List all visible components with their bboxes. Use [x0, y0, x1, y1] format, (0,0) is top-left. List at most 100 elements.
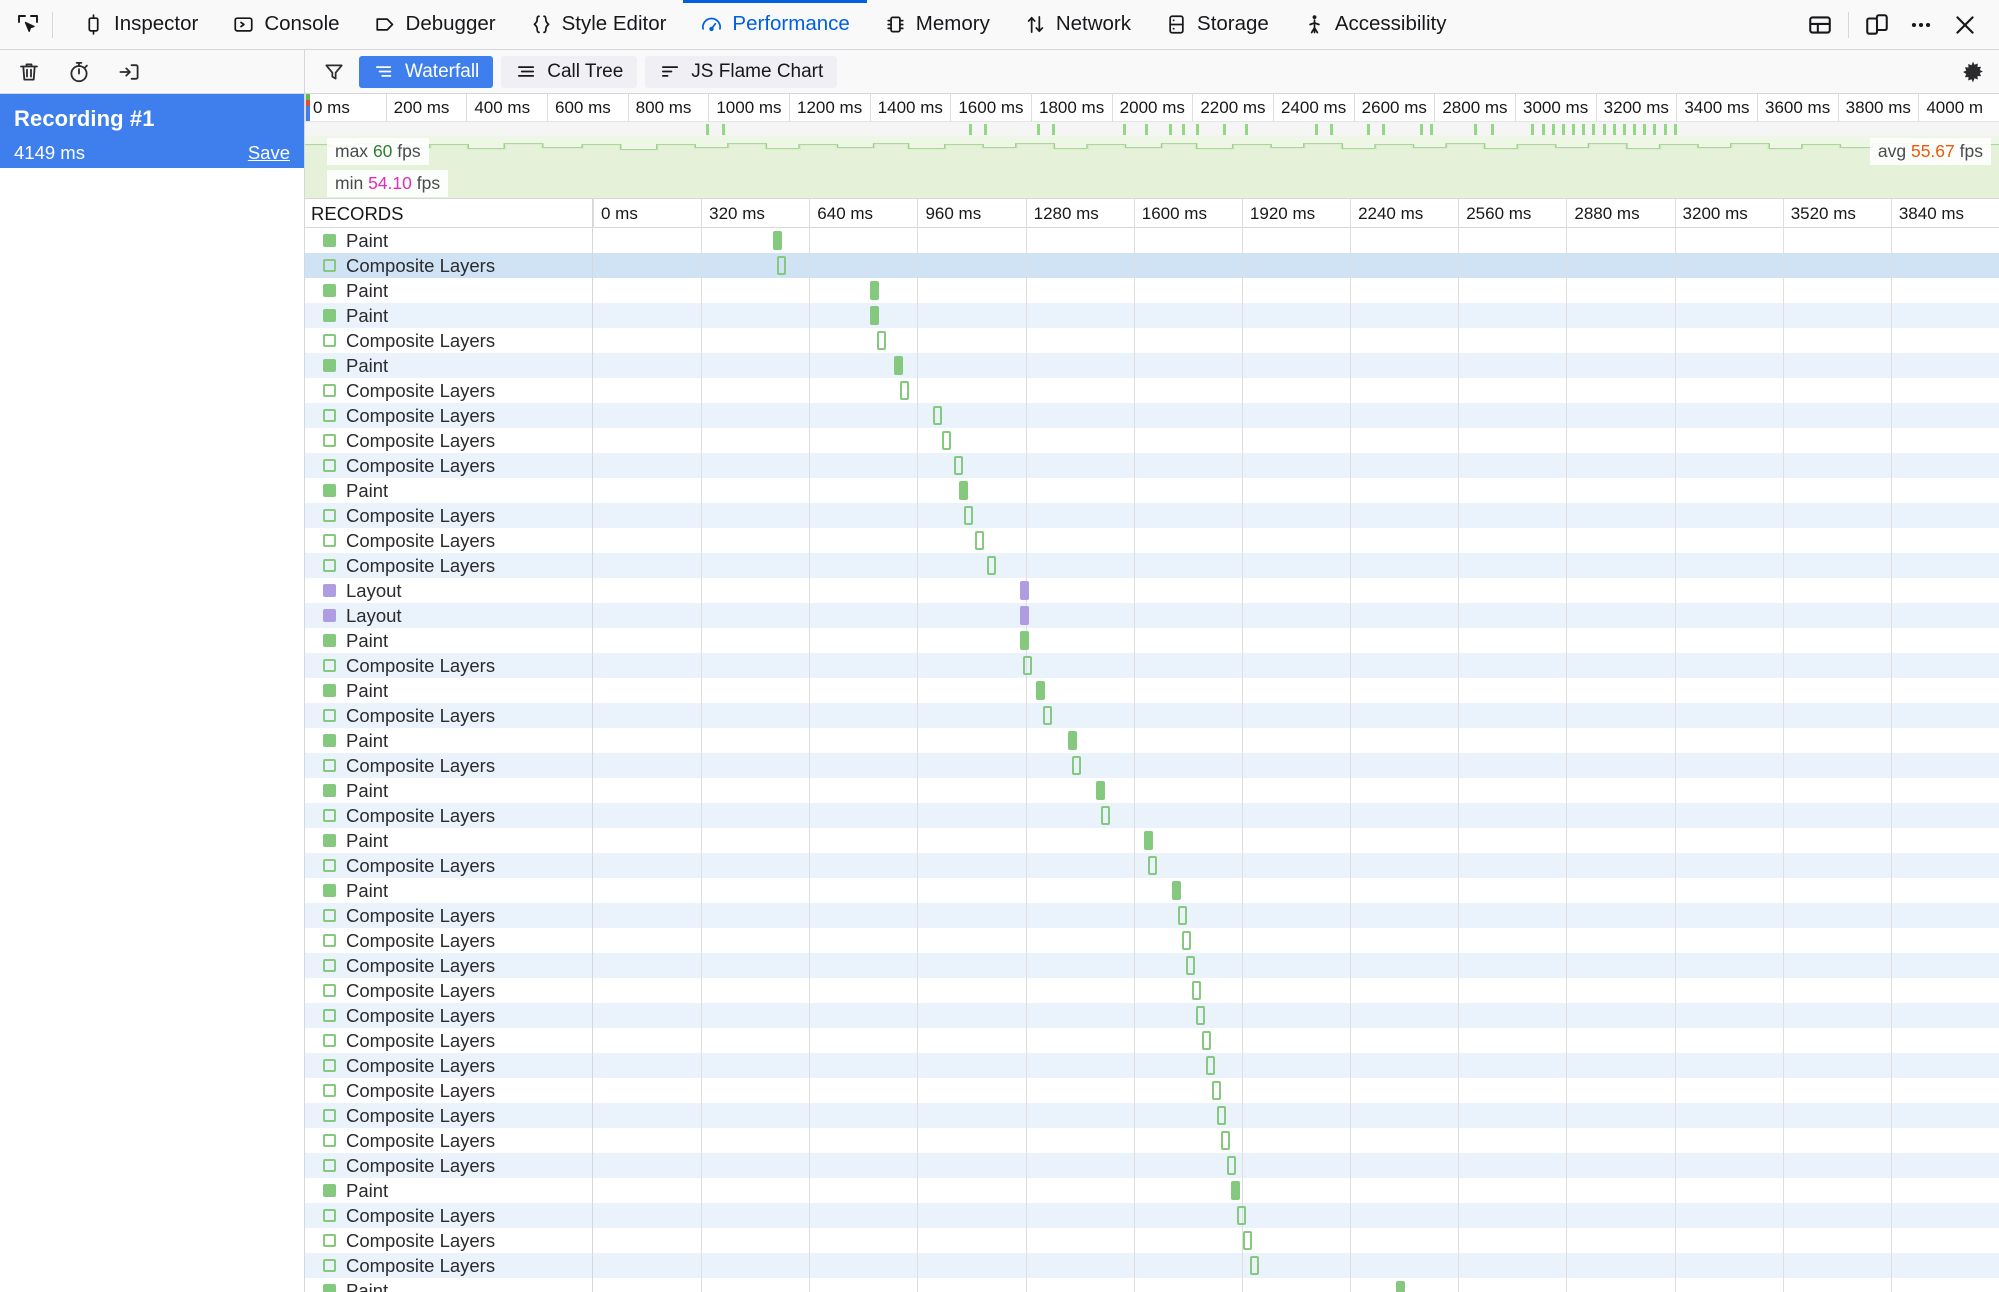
waterfall-bar-comp[interactable] — [964, 506, 974, 525]
waterfall-bar-comp[interactable] — [975, 531, 985, 550]
tab-inspector[interactable]: Inspector — [65, 0, 215, 49]
waterfall-row-track[interactable] — [593, 778, 1999, 803]
waterfall-row[interactable]: Composite Layers — [305, 553, 1999, 578]
waterfall-row-track[interactable] — [593, 1078, 1999, 1103]
waterfall-bar-paint[interactable] — [1231, 1181, 1241, 1200]
waterfall-row-track[interactable] — [593, 703, 1999, 728]
waterfall-row-track[interactable] — [593, 478, 1999, 503]
waterfall-row-track[interactable] — [593, 628, 1999, 653]
waterfall-bar-paint[interactable] — [958, 481, 968, 500]
waterfall-row-track[interactable] — [593, 503, 1999, 528]
waterfall-row-track[interactable] — [593, 803, 1999, 828]
waterfall-row[interactable]: Composite Layers — [305, 953, 1999, 978]
waterfall-row[interactable]: Paint — [305, 828, 1999, 853]
waterfall-bar-comp[interactable] — [899, 381, 909, 400]
waterfall-bar-comp[interactable] — [1177, 906, 1187, 925]
waterfall-row[interactable]: Paint — [305, 728, 1999, 753]
waterfall-bar-comp[interactable] — [1072, 756, 1082, 775]
waterfall-bar-comp[interactable] — [1042, 706, 1052, 725]
waterfall-row[interactable]: Paint — [305, 478, 1999, 503]
waterfall-bar-comp[interactable] — [1249, 1256, 1259, 1275]
waterfall-row-track[interactable] — [593, 928, 1999, 953]
waterfall-row[interactable]: Layout — [305, 603, 1999, 628]
waterfall-bar-comp[interactable] — [933, 406, 943, 425]
element-picker-icon[interactable] — [10, 7, 46, 43]
waterfall-row[interactable]: Paint — [305, 303, 1999, 328]
tab-debugger[interactable]: Debugger — [357, 0, 513, 49]
waterfall-bar-comp[interactable] — [1211, 1081, 1221, 1100]
waterfall-bar-paint[interactable] — [893, 356, 903, 375]
waterfall-row-track[interactable] — [593, 978, 1999, 1003]
waterfall-row[interactable]: Composite Layers — [305, 653, 1999, 678]
waterfall-row-track[interactable] — [593, 353, 1999, 378]
tab-network[interactable]: Network — [1007, 0, 1148, 49]
waterfall-row[interactable]: Composite Layers — [305, 428, 1999, 453]
waterfall-bar-comp[interactable] — [1148, 856, 1158, 875]
waterfall-bar-comp[interactable] — [1191, 981, 1201, 1000]
filter-icon[interactable] — [317, 56, 351, 88]
waterfall-row[interactable]: Composite Layers — [305, 1078, 1999, 1103]
tab-performance[interactable]: Performance — [683, 0, 868, 49]
tab-memory[interactable]: Memory — [867, 0, 1007, 49]
waterfall-bar-paint[interactable] — [1068, 731, 1078, 750]
waterfall-row[interactable]: Composite Layers — [305, 528, 1999, 553]
waterfall-bar-paint[interactable] — [1035, 681, 1045, 700]
waterfall-row-track[interactable] — [593, 1253, 1999, 1278]
waterfall-bar-comp[interactable] — [777, 256, 787, 275]
waterfall-bar-layout[interactable] — [1020, 606, 1030, 625]
waterfall-row[interactable]: Composite Layers — [305, 1003, 1999, 1028]
waterfall-row-track[interactable] — [593, 578, 1999, 603]
waterfall-bar-comp[interactable] — [1221, 1131, 1231, 1150]
waterfall-row[interactable]: Composite Layers — [305, 328, 1999, 353]
waterfall-row-track[interactable] — [593, 453, 1999, 478]
waterfall-row-track[interactable] — [593, 253, 1999, 278]
waterfall-row[interactable]: Composite Layers — [305, 803, 1999, 828]
waterfall-bar-paint[interactable] — [1096, 781, 1106, 800]
waterfall-bar-comp[interactable] — [1182, 931, 1192, 950]
waterfall-row-track[interactable] — [593, 728, 1999, 753]
waterfall-bar-paint[interactable] — [772, 231, 782, 250]
waterfall-row[interactable]: Paint — [305, 778, 1999, 803]
waterfall-row-track[interactable] — [593, 328, 1999, 353]
waterfall-row[interactable]: Composite Layers — [305, 1253, 1999, 1278]
waterfall-row-track[interactable] — [593, 553, 1999, 578]
waterfall-row-track[interactable] — [593, 1203, 1999, 1228]
waterfall-row[interactable]: Composite Layers — [305, 1028, 1999, 1053]
waterfall-bar-comp[interactable] — [941, 431, 951, 450]
waterfall-bar-comp[interactable] — [877, 331, 886, 350]
waterfall-row-track[interactable] — [593, 228, 1999, 253]
responsive-design-mode-icon[interactable] — [1855, 3, 1899, 47]
waterfall-row[interactable]: Paint — [305, 228, 1999, 253]
waterfall-row-track[interactable] — [593, 1128, 1999, 1153]
waterfall-row-track[interactable] — [593, 1178, 1999, 1203]
waterfall-row-track[interactable] — [593, 278, 1999, 303]
tab-style-editor[interactable]: Style Editor — [513, 0, 684, 49]
waterfall-row-track[interactable] — [593, 878, 1999, 903]
tab-storage[interactable]: Storage — [1148, 0, 1286, 49]
trash-icon[interactable] — [10, 55, 48, 89]
tab-console[interactable]: Console — [215, 0, 356, 49]
waterfall-row[interactable]: Composite Layers — [305, 1128, 1999, 1153]
waterfall-row[interactable]: Composite Layers — [305, 853, 1999, 878]
waterfall-bar-paint[interactable] — [1395, 1281, 1405, 1292]
waterfall-row-track[interactable] — [593, 428, 1999, 453]
waterfall-row[interactable]: Composite Layers — [305, 378, 1999, 403]
waterfall-bar-paint[interactable] — [1172, 881, 1182, 900]
waterfall-row[interactable]: Composite Layers — [305, 1153, 1999, 1178]
fps-graph[interactable] — [305, 136, 1999, 198]
waterfall-row[interactable]: Paint — [305, 628, 1999, 653]
close-icon[interactable] — [1943, 3, 1987, 47]
waterfall-row[interactable]: Paint — [305, 678, 1999, 703]
waterfall-row[interactable]: Composite Layers — [305, 753, 1999, 778]
waterfall-row[interactable]: Composite Layers — [305, 503, 1999, 528]
waterfall-row[interactable]: Paint — [305, 1178, 1999, 1203]
waterfall-row-track[interactable] — [593, 1278, 1999, 1292]
stopwatch-icon[interactable] — [60, 55, 98, 89]
waterfall-row-track[interactable] — [593, 678, 1999, 703]
waterfall-bar-comp[interactable] — [1227, 1156, 1237, 1175]
waterfall-bar-comp[interactable] — [1100, 806, 1110, 825]
waterfall-row[interactable]: Composite Layers — [305, 1203, 1999, 1228]
waterfall-row[interactable]: Composite Layers — [305, 1103, 1999, 1128]
waterfall-row-track[interactable] — [593, 1003, 1999, 1028]
recording-overview[interactable]: 0 ms 200 ms 400 ms 600 ms 800 ms 1000 ms 1200 … — [305, 94, 1999, 199]
